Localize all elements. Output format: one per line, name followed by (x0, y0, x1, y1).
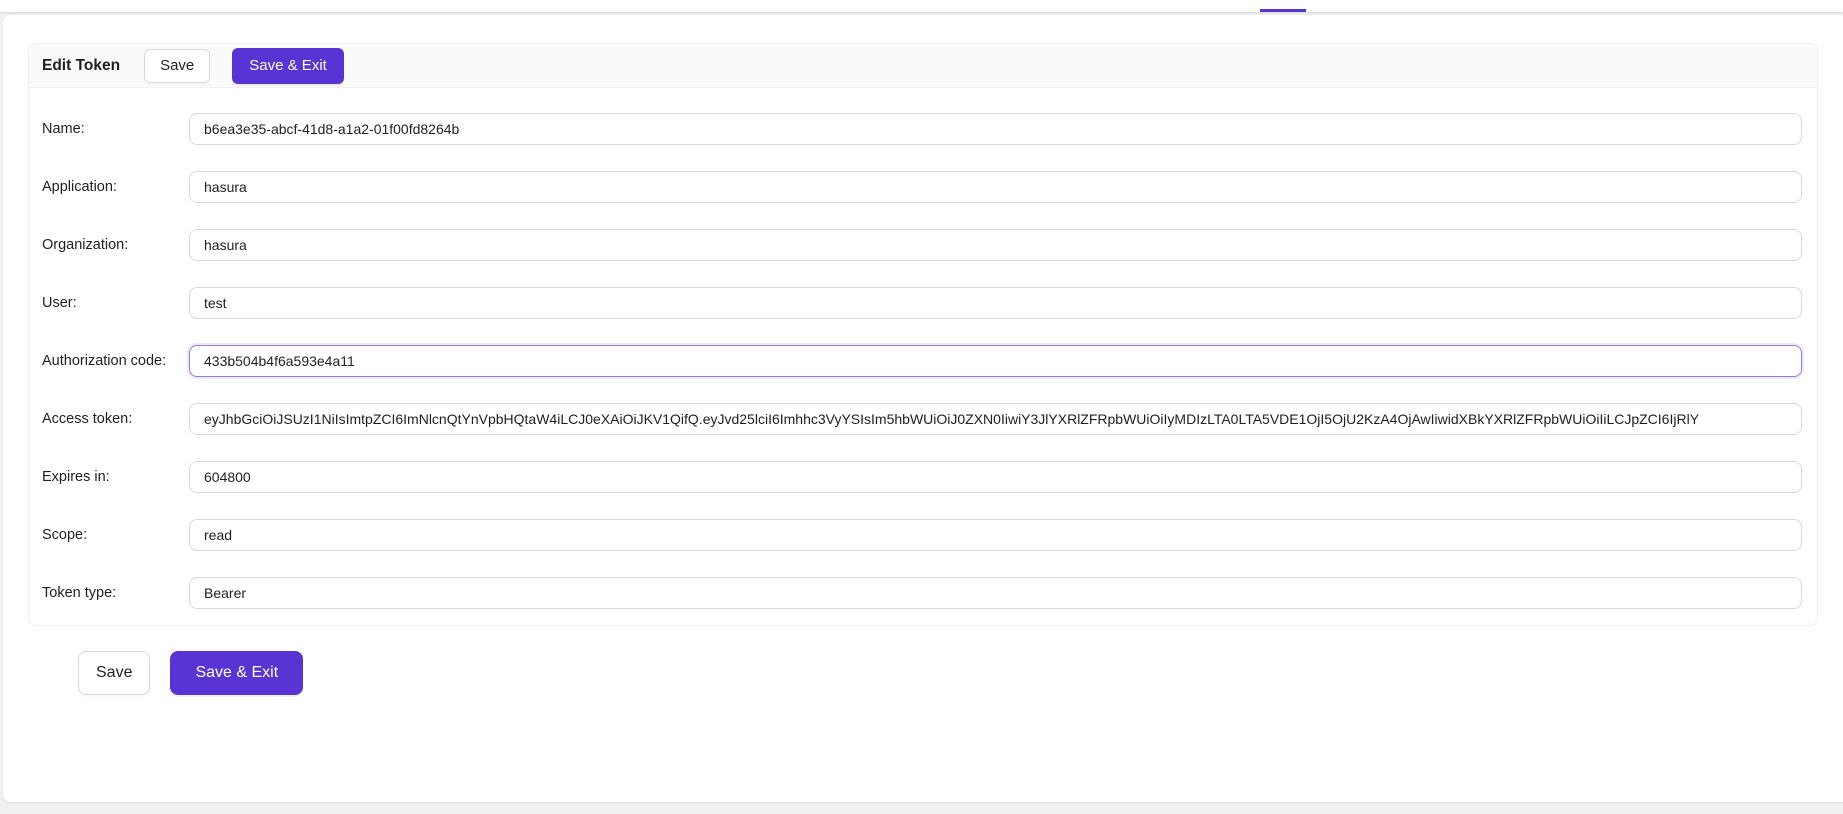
nav-active-tab-indicator (1260, 9, 1306, 12)
application-input[interactable] (189, 171, 1802, 203)
organization-input[interactable] (189, 229, 1802, 261)
form-row-token-type: Token type: (29, 577, 1817, 609)
form-row-authorization-code: Authorization code: (29, 345, 1817, 377)
authorization-code-label: Authorization code: (42, 353, 189, 369)
panel-header: Edit Token Save Save & Exit (29, 44, 1817, 88)
token-form: Name: Application: Organization: User: A (29, 88, 1817, 625)
scope-input[interactable] (189, 519, 1802, 551)
expires-in-label: Expires in: (42, 469, 189, 485)
access-token-label: Access token: (42, 411, 189, 427)
token-type-label: Token type: (42, 585, 189, 601)
organization-label: Organization: (42, 237, 189, 253)
name-input[interactable] (189, 113, 1802, 145)
form-row-scope: Scope: (29, 519, 1817, 551)
save-button-bottom[interactable]: Save (78, 651, 150, 695)
form-row-access-token: Access token: (29, 403, 1817, 435)
form-row-expires-in: Expires in: (29, 461, 1817, 493)
application-label: Application: (42, 179, 189, 195)
form-row-organization: Organization: (29, 229, 1817, 261)
page-title: Edit Token (42, 57, 120, 75)
save-button-top[interactable]: Save (144, 49, 210, 83)
save-and-exit-button-bottom[interactable]: Save & Exit (170, 651, 303, 695)
access-token-input[interactable] (189, 403, 1802, 435)
token-type-input[interactable] (189, 577, 1802, 609)
edit-token-panel: Edit Token Save Save & Exit Name: Applic… (28, 43, 1818, 626)
content-card: Edit Token Save Save & Exit Name: Applic… (3, 15, 1843, 802)
user-input[interactable] (189, 287, 1802, 319)
form-row-application: Application: (29, 171, 1817, 203)
page: Edit Token Save Save & Exit Name: Applic… (0, 0, 1843, 814)
name-label: Name: (42, 121, 189, 137)
save-and-exit-button-top[interactable]: Save & Exit (232, 48, 344, 84)
form-row-user: User: (29, 287, 1817, 319)
authorization-code-input[interactable] (189, 345, 1802, 377)
user-label: User: (42, 295, 189, 311)
form-row-name: Name: (29, 113, 1817, 145)
expires-in-input[interactable] (189, 461, 1802, 493)
top-navbar (0, 0, 1843, 12)
scope-label: Scope: (42, 527, 189, 543)
footer-actions: Save Save & Exit (78, 651, 303, 695)
